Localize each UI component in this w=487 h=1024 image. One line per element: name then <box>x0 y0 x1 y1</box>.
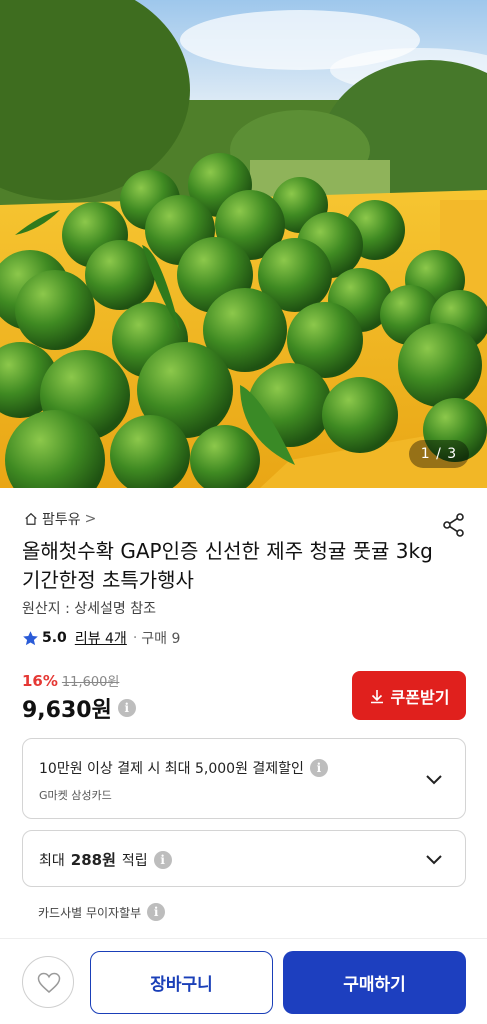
add-to-cart-button[interactable]: 장바구니 <box>90 951 273 1014</box>
sale-price: 9,630원 <box>22 698 112 723</box>
chevron-right-icon: > <box>84 511 97 527</box>
heart-icon <box>37 972 61 993</box>
download-icon <box>370 689 383 703</box>
installment-text: 카드사별 무이자할부 <box>38 905 142 920</box>
price-row: 9,630원 i <box>22 692 136 724</box>
chevron-down-icon[interactable] <box>423 768 445 790</box>
product-image[interactable]: 1 / 3 <box>0 0 487 488</box>
chevron-down-icon[interactable] <box>423 848 445 870</box>
product-title: 올해첫수확 GAP인증 신선한 제주 청귤 풋귤 3kg 기간한정 초특가행사 <box>22 539 433 592</box>
bottom-action-bar: 장바구니 구매하기 <box>0 938 487 1024</box>
home-icon <box>25 512 37 525</box>
original-price: 11,600원 <box>61 675 120 690</box>
points-prefix: 최대 <box>39 852 65 869</box>
rating-row: 5.0 리뷰 4개 · 구매 9 <box>22 628 180 648</box>
card-name: G마켓 삼성카드 <box>39 789 112 802</box>
coupon-label: 쿠폰받기 <box>390 689 450 707</box>
review-link[interactable]: 리뷰 4개 <box>75 628 127 648</box>
coupon-button[interactable]: 쿠폰받기 <box>352 671 466 720</box>
store-link[interactable]: 팜투유 > <box>24 509 96 529</box>
card-discount-panel[interactable]: 10만원 이상 결제 시 최대 5,000원 결제할인 i G마켓 삼성카드 <box>22 738 466 819</box>
info-icon[interactable]: i <box>147 903 166 921</box>
image-counter: 1 / 3 <box>409 440 469 468</box>
buy-now-button[interactable]: 구매하기 <box>283 951 466 1014</box>
installment-info: 카드사별 무이자할부 i <box>38 903 166 921</box>
product-photo-graphic <box>0 0 487 488</box>
separator-dot: · <box>132 630 138 646</box>
card-discount-text: 10만원 이상 결제 시 최대 5,000원 결제할인 <box>39 761 304 777</box>
discount-row: 16% 11,600원 <box>22 671 119 690</box>
points-suffix: 적립 <box>121 852 148 869</box>
points-panel[interactable]: 최대 288원 적립 i <box>22 830 466 887</box>
rating-score: 5.0 <box>42 630 67 646</box>
info-icon[interactable]: i <box>153 850 172 869</box>
origin-info: 원산지 : 상세설명 참조 <box>22 601 156 617</box>
points-amount: 288원 <box>70 851 116 869</box>
purchase-count: 구매 9 <box>141 631 181 647</box>
info-icon[interactable]: i <box>117 699 136 717</box>
star-icon <box>23 630 38 645</box>
discount-rate: 16% <box>22 672 58 690</box>
info-icon[interactable]: i <box>309 759 328 777</box>
wishlist-button[interactable] <box>22 956 74 1008</box>
store-name: 팜투유 <box>42 512 81 528</box>
share-icon[interactable] <box>441 512 467 538</box>
